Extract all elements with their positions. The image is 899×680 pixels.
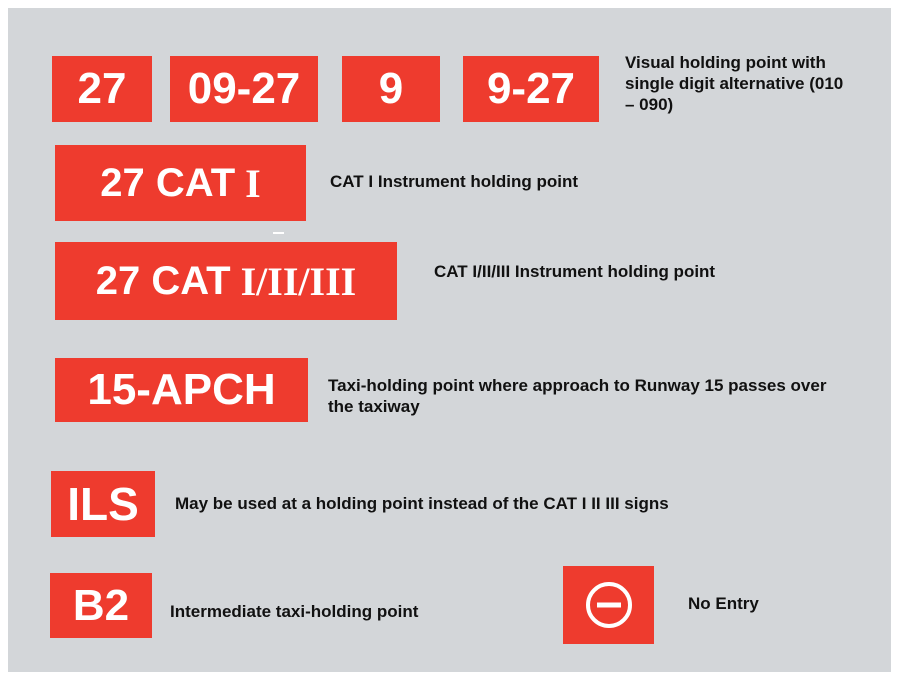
sign-27-cat-i-ii-iii: 27 CAT I/II/III [55, 242, 397, 320]
sign-27: 27 [52, 56, 152, 122]
apch-description: Taxi-holding point where approach to Run… [328, 376, 827, 416]
sign-15-apch: 15-APCH [55, 358, 308, 422]
ils-description: May be used at a holding point instead o… [175, 494, 669, 513]
sign-main-text: 27 CAT [100, 160, 236, 205]
intermediate-description: Intermediate taxi-holding point [170, 602, 419, 621]
no-entry-icon [585, 582, 632, 628]
cat-i-description: CAT I Instrument holding point [330, 172, 579, 191]
sign-roman-numerals: I/II/III [240, 258, 357, 304]
sign-09-27: 09-27 [170, 56, 318, 122]
sign-27-cat-i: 27 CAT I [55, 145, 306, 221]
sign-9-27: 9-27 [463, 56, 599, 122]
sign-9: 9 [342, 56, 440, 122]
no-entry-sign [563, 566, 654, 644]
sign-b2: B2 [50, 573, 152, 638]
sign-ils: ILS [51, 471, 155, 537]
sign-main-text: 27 CAT [95, 258, 231, 303]
visual-holding-description: Visual holding point with single digit a… [625, 53, 844, 114]
no-entry-description: No Entry [688, 594, 759, 613]
sign-underline-mark [273, 232, 284, 234]
cat-i-ii-iii-description: CAT I/II/III Instrument holding point [434, 262, 716, 281]
sign-roman-numeral: I [245, 160, 261, 206]
signs-panel: 27 09-27 9 9-27 Visual holding point wit… [8, 8, 891, 672]
